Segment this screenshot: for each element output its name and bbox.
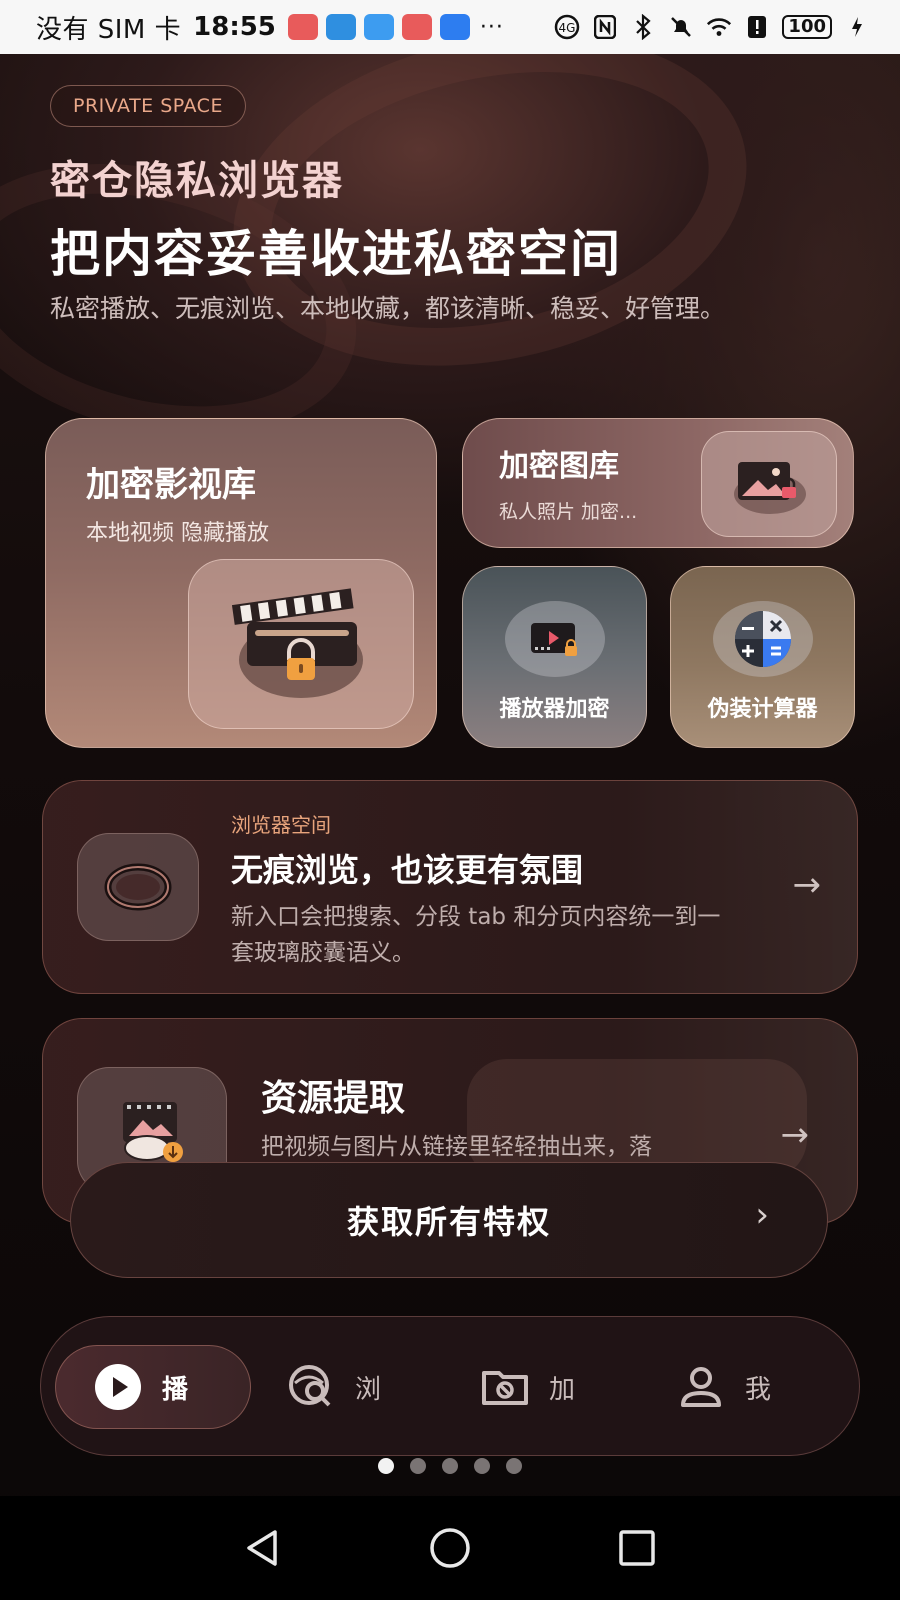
nav-tab-play[interactable]: 播	[55, 1345, 251, 1429]
disguised-calculator-card[interactable]: 伪装计算器	[670, 566, 855, 748]
page-dot[interactable]	[442, 1458, 458, 1474]
card-title: 播放器加密	[499, 697, 610, 722]
private-space-tag: PRIVATE SPACE	[50, 85, 246, 127]
nav-label: 我	[745, 1374, 772, 1405]
notification-mail-icon	[325, 14, 356, 40]
row-kicker: 浏览器空间	[231, 813, 331, 837]
row-title: 资源提取	[261, 1078, 406, 1119]
battery-indicator: 100	[782, 15, 832, 39]
nav-tab-encrypt[interactable]: 加	[481, 1345, 575, 1429]
nfc-icon	[592, 14, 618, 40]
calculator-icon	[713, 601, 813, 677]
page-dot[interactable]	[506, 1458, 522, 1474]
card-title: 加密图库	[499, 449, 619, 484]
signal-icon: 4G	[554, 14, 580, 40]
bluetooth-icon	[630, 14, 656, 40]
nav-tab-browse[interactable]: 浏	[287, 1345, 381, 1429]
notification-icons	[287, 14, 470, 40]
clapperboard-lock-icon	[188, 559, 414, 729]
system-indicators: 4G 100	[554, 14, 870, 40]
wifi-icon	[706, 14, 732, 40]
headline: 把内容妥善收进私密空间	[50, 225, 622, 283]
alert-icon	[744, 14, 770, 40]
encrypted-folder-icon	[481, 1363, 529, 1411]
card-subtitle: 本地视频 隐藏播放	[86, 521, 269, 546]
nav-label: 播	[162, 1374, 189, 1405]
app-screen: 没有 SIM 卡 18:55 ··· 4G 100 PRIVATE SPACE …	[0, 0, 900, 1600]
notification-bulb-icon	[439, 14, 470, 40]
person-icon	[677, 1363, 725, 1411]
charging-icon	[844, 14, 870, 40]
get-all-privileges-button[interactable]: 获取所有特权 ›	[70, 1162, 828, 1278]
page-indicator	[0, 1458, 900, 1474]
player-encryption-card[interactable]: 播放器加密	[462, 566, 647, 748]
row-title: 无痕浏览，也该更有氛围	[231, 851, 584, 889]
encrypted-video-vault-card[interactable]: 加密影视库 本地视频 隐藏播放	[45, 418, 437, 748]
svg-text:4G: 4G	[559, 21, 576, 35]
more-notifications-icon: ···	[479, 14, 504, 40]
nav-tab-profile[interactable]: 我	[677, 1345, 771, 1429]
arrow-right-icon: →	[780, 1115, 810, 1155]
nav-label: 浏	[355, 1374, 382, 1405]
nav-label: 加	[549, 1374, 576, 1405]
app-brand-title: 密仓隐私浏览器	[50, 158, 344, 204]
page-dot-active[interactable]	[378, 1458, 394, 1474]
home-circle-icon[interactable]	[420, 1518, 480, 1578]
browse-search-icon	[287, 1363, 335, 1411]
arrow-right-icon: →	[792, 865, 822, 905]
carrier-label: 没有 SIM 卡	[36, 14, 182, 45]
row-description: 新入口会把搜索、分段 tab 和分页内容统一到一套玻璃胶囊语义。	[231, 904, 721, 966]
notification-app-icon	[287, 14, 318, 40]
page-dot[interactable]	[474, 1458, 490, 1474]
subheadline: 私密播放、无痕浏览、本地收藏，都该清晰、稳妥、好管理。	[50, 294, 726, 323]
photo-lock-icon	[701, 431, 837, 537]
status-bar: 没有 SIM 卡 18:55 ··· 4G 100	[0, 0, 900, 54]
encrypted-gallery-card[interactable]: 加密图库 私人照片 加密...	[462, 418, 854, 548]
portal-ring-icon	[77, 833, 199, 941]
row-description: 把视频与图片从链接里轻轻抽出来，落	[261, 1134, 652, 1160]
notification-cloud-icon	[363, 14, 394, 40]
clock: 18:55	[193, 12, 276, 42]
back-triangle-icon[interactable]	[233, 1518, 293, 1578]
recents-square-icon[interactable]	[607, 1518, 667, 1578]
bottom-navigation: 播 浏 加 我	[40, 1316, 860, 1456]
video-lock-icon	[505, 601, 605, 677]
cta-label: 获取所有特权	[346, 1203, 551, 1241]
card-title: 伪装计算器	[707, 697, 818, 722]
chevron-right-icon: ›	[755, 1195, 769, 1235]
card-title: 加密影视库	[86, 465, 256, 505]
page-dot[interactable]	[410, 1458, 426, 1474]
incognito-browsing-row[interactable]: 浏览器空间 无痕浏览，也该更有氛围 新入口会把搜索、分段 tab 和分页内容统一…	[42, 780, 858, 994]
card-subtitle: 私人照片 加密...	[499, 501, 638, 523]
play-icon	[94, 1363, 142, 1411]
mute-bell-icon	[668, 14, 694, 40]
system-navigation-bar	[0, 1496, 900, 1600]
notification-app-icon	[401, 14, 432, 40]
